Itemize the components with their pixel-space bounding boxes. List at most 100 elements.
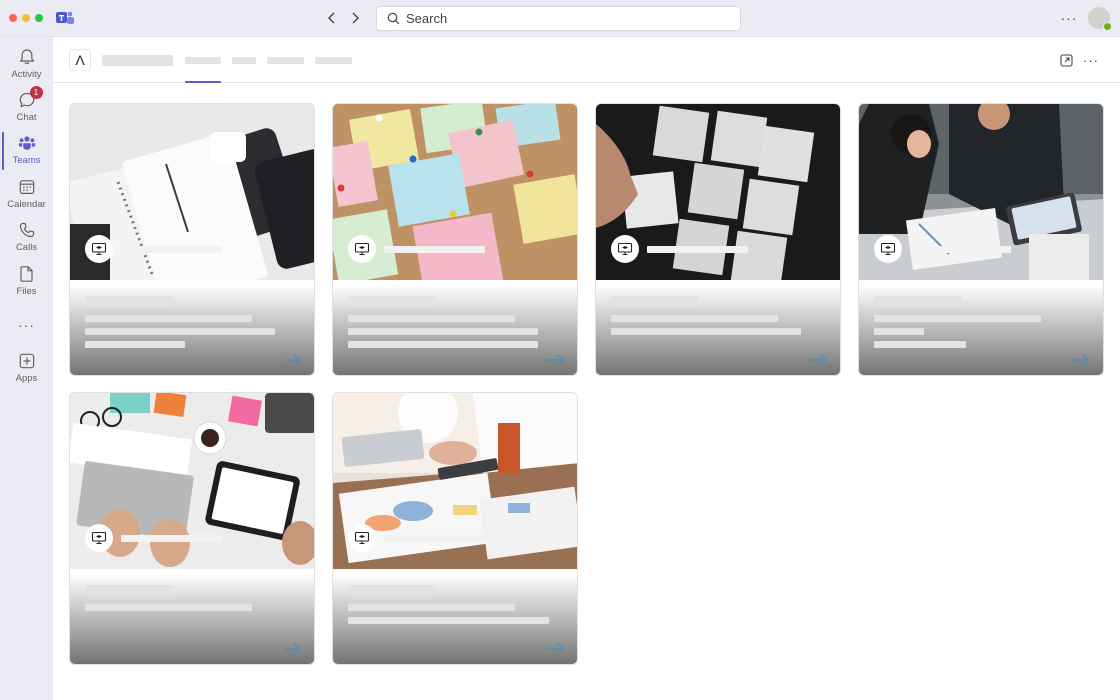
chevron-right-icon — [352, 12, 359, 24]
add-apps-icon — [19, 353, 34, 369]
search-box[interactable] — [376, 6, 741, 31]
card-heading-placeholder — [348, 585, 436, 596]
card-heading-placeholder — [85, 296, 173, 307]
card-type-chip — [85, 235, 113, 263]
presence-available-icon — [1103, 22, 1112, 31]
rail-item-calendar[interactable]: Calendar — [0, 175, 53, 217]
chat-icon: 1 — [18, 86, 43, 109]
rail-item-label: Calendar — [7, 199, 46, 210]
card-title-placeholder — [121, 246, 222, 253]
rail-item-activity[interactable]: Activity — [0, 45, 53, 87]
card-title-placeholder — [384, 246, 485, 253]
arrow-right-icon[interactable] — [1071, 353, 1091, 367]
tab-3[interactable] — [267, 57, 304, 64]
arrow-right-icon[interactable] — [808, 353, 828, 367]
unread-count-badge: 1 — [29, 86, 43, 99]
card-title-placeholder — [647, 246, 748, 253]
rail-item-label: Teams — [12, 155, 41, 166]
more-apps-button[interactable]: ··· — [0, 317, 53, 333]
training-board-icon — [880, 242, 896, 256]
course-card[interactable] — [595, 103, 841, 376]
card-text-placeholder — [85, 604, 252, 611]
phone-icon — [19, 222, 34, 238]
training-board-icon — [617, 242, 633, 256]
back-button[interactable] — [323, 9, 341, 27]
rail-item-label: Files — [16, 286, 37, 297]
rail-item-apps[interactable]: Apps — [0, 349, 53, 391]
app-header: Λ ··· — [53, 37, 1120, 83]
card-type-chip — [874, 235, 902, 263]
card-type-chip — [85, 524, 113, 552]
app-name-placeholder — [102, 55, 173, 66]
rail-item-label: Chat — [16, 112, 37, 123]
training-board-icon — [354, 242, 370, 256]
card-title-placeholder — [121, 535, 222, 542]
file-icon — [19, 266, 33, 282]
pop-out-button[interactable] — [1058, 52, 1074, 68]
bell-icon — [19, 49, 34, 64]
arrow-right-icon[interactable] — [545, 642, 565, 656]
card-text-placeholder — [874, 315, 1041, 322]
app-logo-glyph: Λ — [75, 52, 85, 68]
card-type-chip — [611, 235, 639, 263]
card-text-placeholder — [348, 604, 515, 611]
avatar[interactable] — [1088, 7, 1112, 31]
rail-item-teams[interactable]: Teams — [0, 131, 53, 173]
card-title-placeholder — [910, 246, 1011, 253]
pop-out-icon — [1059, 53, 1073, 67]
course-card[interactable] — [69, 392, 315, 665]
search-input[interactable] — [406, 11, 706, 26]
card-heading-placeholder — [874, 296, 962, 307]
card-text-placeholder — [611, 315, 778, 322]
card-text-placeholder — [874, 328, 924, 335]
calendar-icon — [19, 180, 34, 195]
card-text-placeholder — [348, 328, 538, 335]
card-type-chip — [348, 235, 376, 263]
card-text-placeholder — [348, 315, 515, 322]
search-icon — [387, 12, 400, 25]
card-title-placeholder — [384, 535, 485, 542]
forward-button[interactable] — [346, 9, 364, 27]
course-card[interactable] — [69, 103, 315, 376]
card-text-placeholder — [85, 315, 252, 322]
teams-logo-icon — [56, 11, 74, 24]
app-logo: Λ — [69, 49, 91, 71]
training-board-icon — [91, 242, 107, 256]
card-heading-placeholder — [348, 296, 436, 307]
card-text-placeholder — [348, 341, 538, 348]
course-card[interactable] — [332, 392, 578, 665]
rail-item-files[interactable]: Files — [0, 262, 53, 304]
chevron-left-icon — [328, 12, 335, 24]
app-bar: Activity 1 Chat Teams Calendar Calls Fil… — [0, 37, 53, 700]
course-card[interactable] — [332, 103, 578, 376]
header-more-button[interactable]: ··· — [1083, 52, 1099, 68]
card-text-placeholder — [348, 617, 549, 624]
rail-item-label: Activity — [11, 69, 42, 80]
card-text-placeholder — [85, 341, 185, 348]
card-text-placeholder — [611, 328, 801, 335]
tab-1[interactable] — [185, 57, 221, 64]
rail-item-label: Apps — [15, 373, 38, 384]
close-window-button[interactable] — [9, 14, 17, 22]
course-card[interactable] — [858, 103, 1104, 376]
zoom-window-button[interactable] — [35, 14, 43, 22]
card-type-chip — [348, 524, 376, 552]
card-heading-placeholder — [611, 296, 699, 307]
arrow-right-icon[interactable] — [282, 353, 302, 367]
rail-item-chat[interactable]: 1 Chat — [0, 86, 53, 130]
arrow-right-icon[interactable] — [282, 642, 302, 656]
tab-4[interactable] — [315, 57, 352, 64]
teams-icon — [18, 136, 35, 150]
minimize-window-button[interactable] — [22, 14, 30, 22]
arrow-right-icon[interactable] — [545, 353, 565, 367]
more-options-button[interactable]: ··· — [1060, 9, 1078, 27]
training-board-icon — [91, 531, 107, 545]
tab-2[interactable] — [232, 57, 256, 64]
card-text-placeholder — [874, 341, 966, 348]
rail-item-label: Calls — [15, 242, 38, 253]
active-tab-indicator — [185, 81, 221, 83]
rail-item-calls[interactable]: Calls — [0, 218, 53, 260]
title-bar: ··· — [0, 0, 1120, 37]
card-text-placeholder — [85, 328, 275, 335]
card-heading-placeholder — [85, 585, 173, 596]
